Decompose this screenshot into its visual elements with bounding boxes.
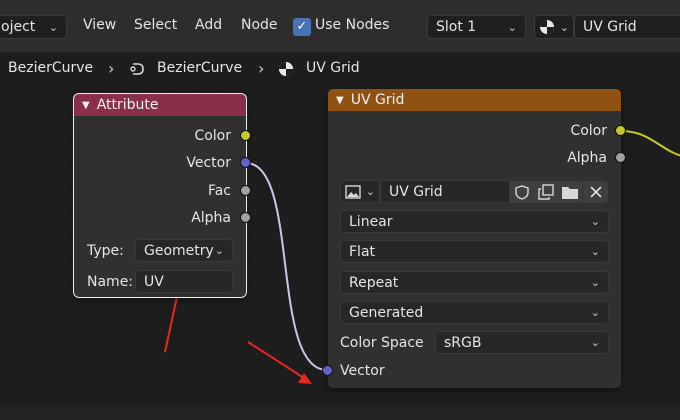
output-fac-label: Fac: [207, 183, 231, 199]
chevron-down-icon: ⌄: [214, 244, 224, 257]
duplicate-icon: [538, 184, 554, 200]
unlink-image-button[interactable]: [583, 181, 608, 203]
chevron-down-icon: ⌄: [365, 185, 375, 198]
input-vector-label: Vector: [340, 363, 385, 379]
open-image-button[interactable]: [558, 181, 582, 203]
color-space-dropdown[interactable]: sRGB ⌄: [435, 331, 609, 354]
name-value: UV: [144, 273, 164, 290]
attribute-node-header[interactable]: ▼ Attribute: [74, 94, 246, 116]
output-color-label: Color: [570, 123, 607, 139]
output-alpha-label: Alpha: [567, 150, 607, 166]
color-link: [620, 130, 680, 157]
name-field[interactable]: UV: [135, 270, 233, 293]
collapse-arrow-icon[interactable]: ▼: [82, 100, 90, 111]
fake-user-button[interactable]: [510, 181, 534, 203]
duplicate-button[interactable]: [534, 181, 558, 203]
chevron-down-icon: ⌄: [590, 336, 600, 349]
annotation-arrow: [164, 291, 179, 353]
chevron-down-icon: ⌄: [590, 276, 600, 289]
projection-dropdown[interactable]: Flat ⌄: [340, 240, 609, 263]
output-color-socket[interactable]: [615, 125, 626, 136]
source-dropdown[interactable]: Generated ⌄: [340, 301, 609, 324]
extension-value: Repeat: [349, 274, 399, 291]
name-label: Name:: [87, 274, 134, 290]
output-color-label: Color: [194, 128, 231, 144]
vector-link: [245, 162, 328, 371]
image-name: UV Grid: [389, 183, 443, 200]
projection-value: Flat: [349, 243, 376, 260]
input-vector-socket[interactable]: [322, 365, 333, 376]
color-space-value: sRGB: [444, 334, 482, 351]
output-color-socket[interactable]: [240, 130, 251, 141]
chevron-down-icon: ⌄: [590, 306, 600, 319]
source-value: Generated: [349, 304, 424, 321]
extension-dropdown[interactable]: Repeat ⌄: [340, 271, 609, 294]
interpolation-value: Linear: [349, 213, 393, 230]
collapse-arrow-icon[interactable]: ▼: [336, 95, 344, 106]
bottom-bar: [0, 405, 680, 420]
close-icon: [589, 186, 602, 198]
output-alpha-socket[interactable]: [240, 212, 251, 223]
output-vector-socket[interactable]: [240, 157, 251, 168]
folder-icon: [562, 186, 578, 199]
output-alpha-label: Alpha: [191, 210, 231, 226]
color-space-label: Color Space: [340, 335, 424, 351]
output-alpha-socket[interactable]: [615, 152, 626, 163]
type-value: Geometry: [144, 242, 214, 259]
image-node-title: UV Grid: [350, 92, 405, 108]
chevron-down-icon: ⌄: [590, 215, 600, 228]
output-vector-label: Vector: [186, 155, 231, 171]
attribute-node-title: Attribute: [96, 97, 159, 113]
chevron-down-icon: ⌄: [590, 245, 600, 258]
type-label: Type:: [87, 243, 124, 259]
image-name-field[interactable]: UV Grid: [380, 180, 510, 203]
type-dropdown[interactable]: Geometry ⌄: [135, 239, 233, 262]
interpolation-dropdown[interactable]: Linear ⌄: [340, 210, 609, 233]
image-icon: [345, 184, 361, 199]
image-browse-button[interactable]: ⌄: [340, 180, 380, 203]
output-fac-socket[interactable]: [240, 185, 251, 196]
shield-icon: [515, 184, 529, 200]
image-node-header[interactable]: ▼ UV Grid: [328, 89, 621, 111]
annotation-arrow: [247, 341, 305, 379]
